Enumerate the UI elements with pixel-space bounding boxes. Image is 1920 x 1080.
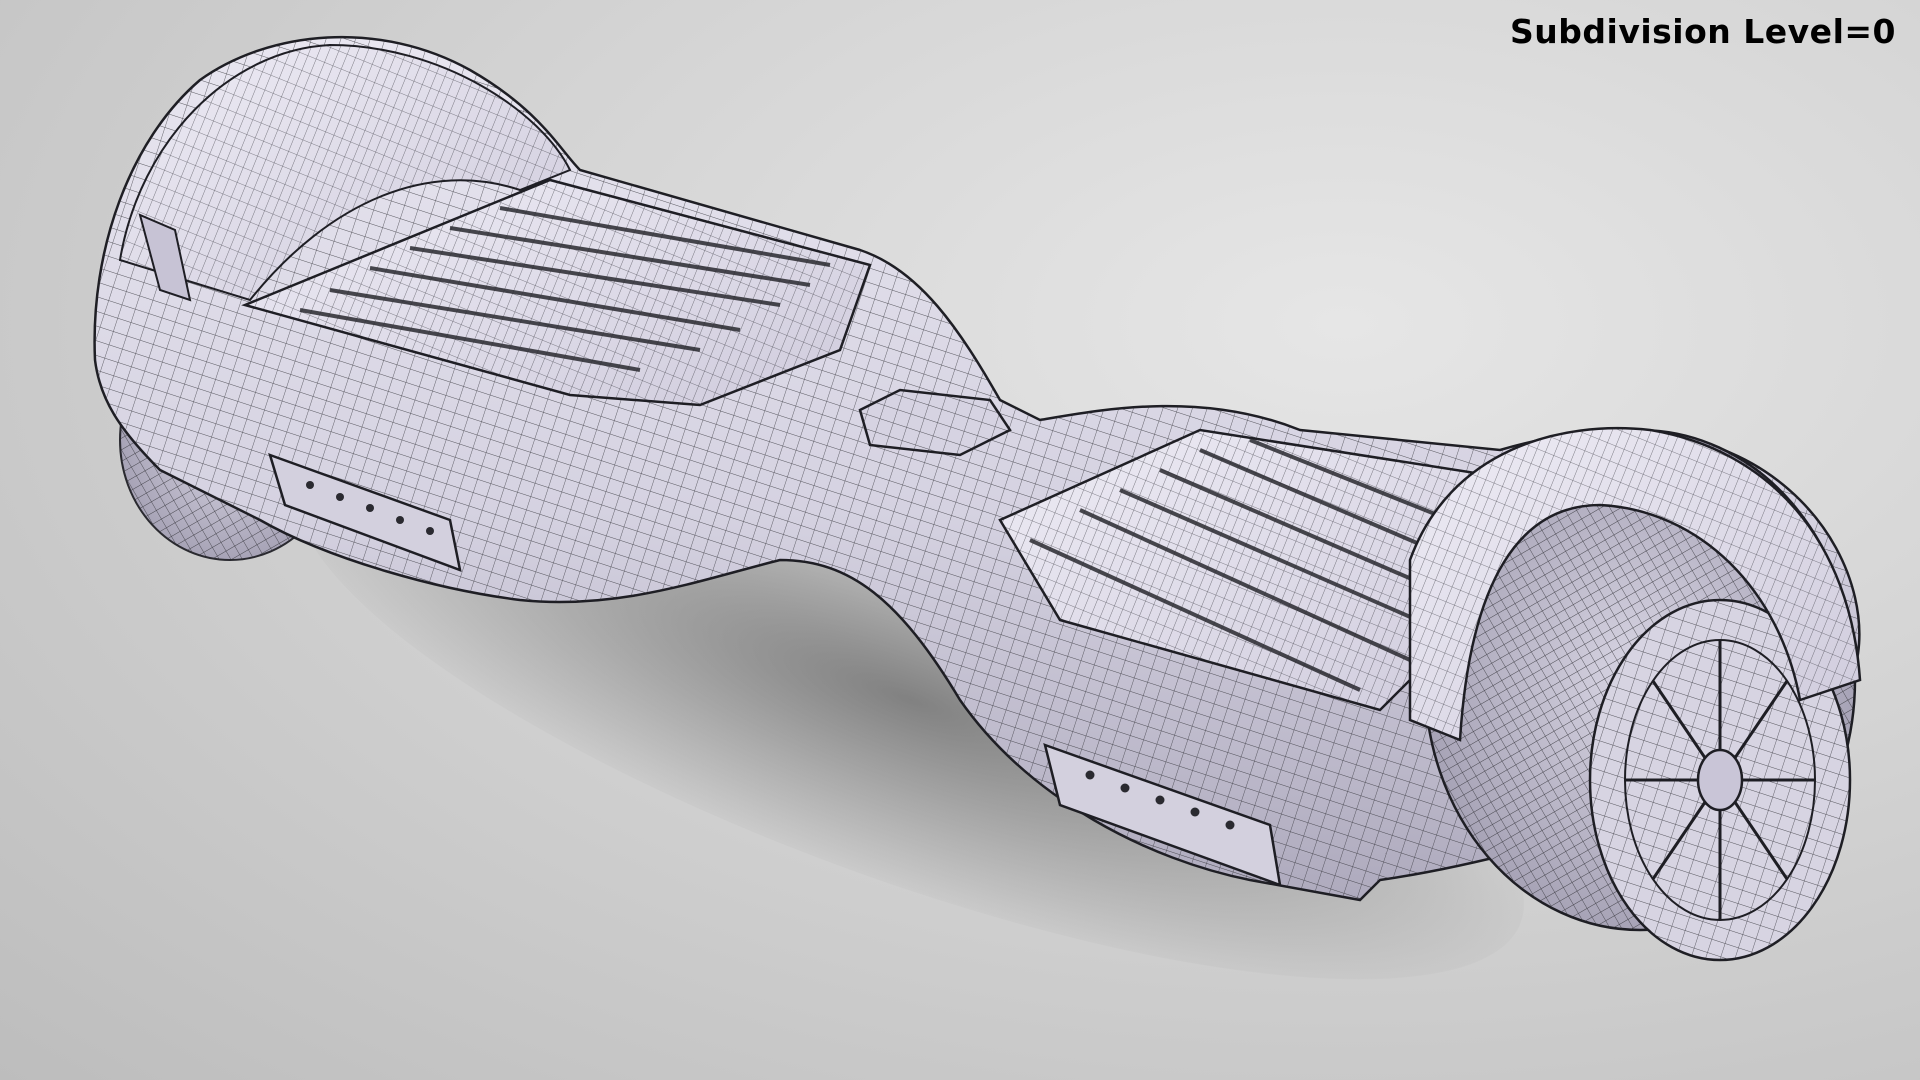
subdivision-level-label: Subdivision Level=0 [1510, 12, 1896, 51]
hoverboard-model [93, 35, 1862, 962]
render-viewport: Subdivision Level=0 [0, 0, 1920, 1080]
